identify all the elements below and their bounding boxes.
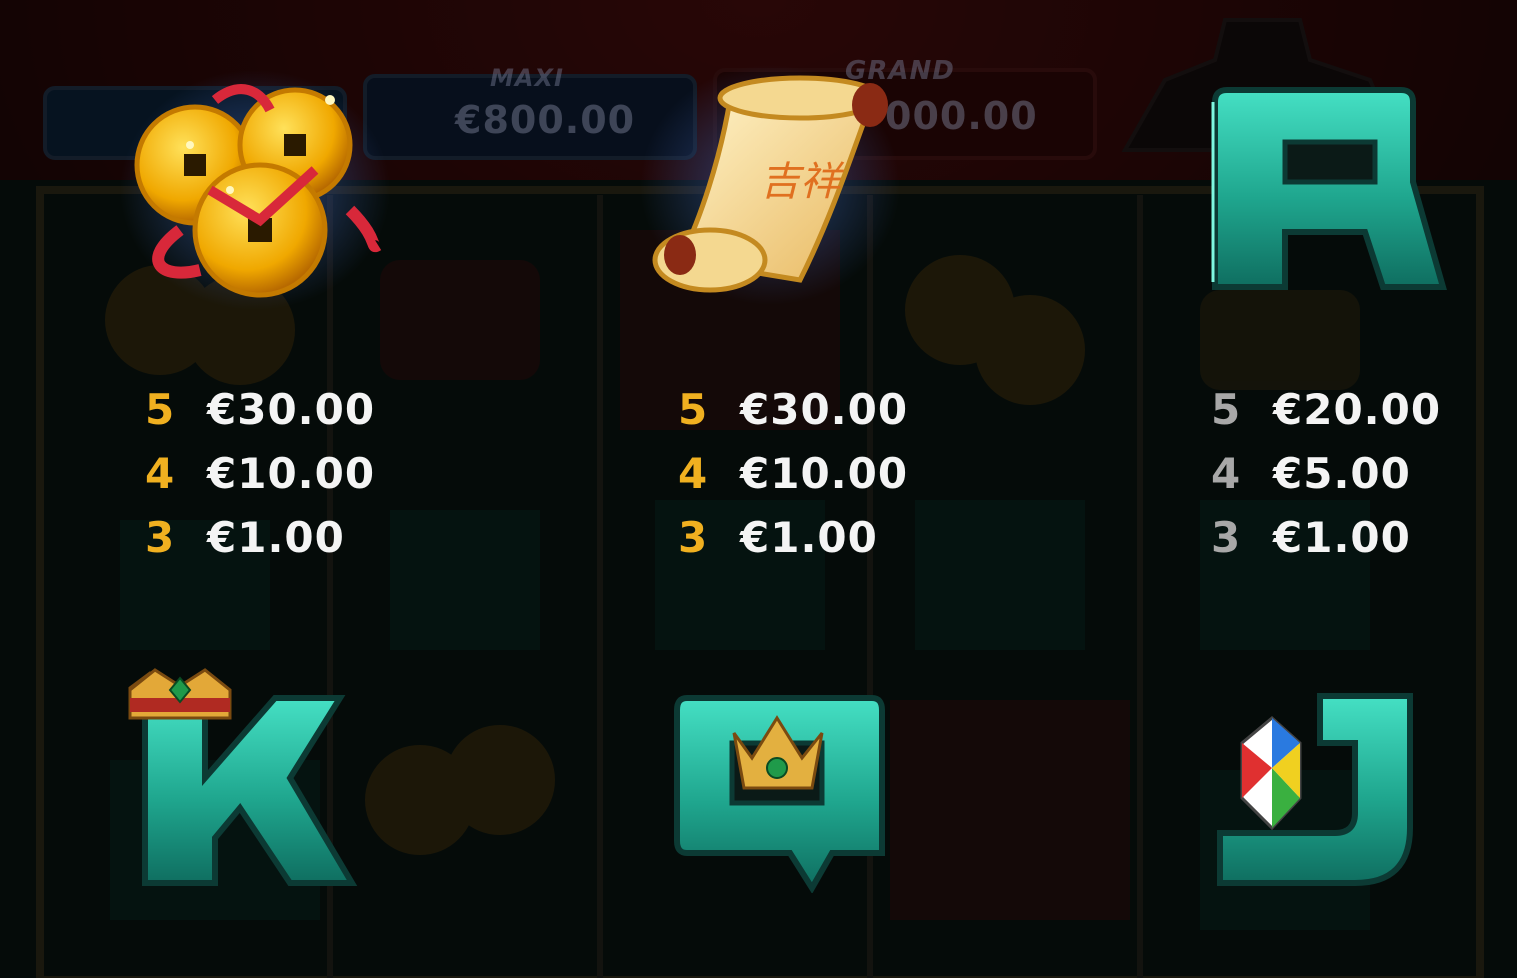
pay-count: 4 xyxy=(145,448,175,498)
pay-amount: €10.00 xyxy=(207,448,376,498)
pay-amount: €1.00 xyxy=(740,512,878,562)
pay-amount: €1.00 xyxy=(207,512,345,562)
pay-row: 4 €10.00 xyxy=(678,441,908,505)
pay-row: 4 €5.00 xyxy=(1211,441,1441,505)
pay-row: 5 €30.00 xyxy=(145,377,375,441)
pay-amount: €30.00 xyxy=(740,384,909,434)
pay-count: 5 xyxy=(678,384,708,434)
pay-count: 5 xyxy=(145,384,175,434)
pay-count: 5 xyxy=(1211,384,1241,434)
letter-q-crown-icon xyxy=(674,695,885,893)
pay-amount: €30.00 xyxy=(207,384,376,434)
svg-text:吉祥: 吉祥 xyxy=(760,159,845,205)
paytable-coins: 5 €30.00 4 €10.00 3 €1.00 xyxy=(145,377,375,569)
pay-row: 4 €10.00 xyxy=(145,441,375,505)
pay-row: 5 €30.00 xyxy=(678,377,908,441)
pay-count: 4 xyxy=(1211,448,1241,498)
paytable-a: 5 €20.00 4 €5.00 3 €1.00 xyxy=(1211,377,1441,569)
pay-count: 3 xyxy=(1211,512,1241,562)
pay-amount: €5.00 xyxy=(1273,448,1411,498)
scroll-icon: 吉祥 xyxy=(640,65,900,305)
pay-row: 3 €1.00 xyxy=(145,505,375,569)
pay-amount: €10.00 xyxy=(740,448,909,498)
jackpot-maxi-label: MAXI xyxy=(490,64,564,92)
letter-k-crown-icon xyxy=(128,668,358,886)
jackpot-grand-value: 000.00 xyxy=(885,94,1038,138)
jackpot-maxi-value: €800.00 xyxy=(455,98,636,142)
pay-amount: €1.00 xyxy=(1273,512,1411,562)
pay-count: 3 xyxy=(145,512,175,562)
gold-coins-icon xyxy=(120,70,390,310)
pay-row: 3 €1.00 xyxy=(1211,505,1441,569)
pay-count: 4 xyxy=(678,448,708,498)
pay-amount: €20.00 xyxy=(1273,384,1442,434)
pay-row: 5 €20.00 xyxy=(1211,377,1441,441)
pay-row: 3 €1.00 xyxy=(678,505,908,569)
paytable-scroll: 5 €30.00 4 €10.00 3 €1.00 xyxy=(678,377,908,569)
pay-count: 3 xyxy=(678,512,708,562)
letter-j-gem-icon xyxy=(1217,693,1413,886)
letter-a-icon xyxy=(1211,87,1447,290)
